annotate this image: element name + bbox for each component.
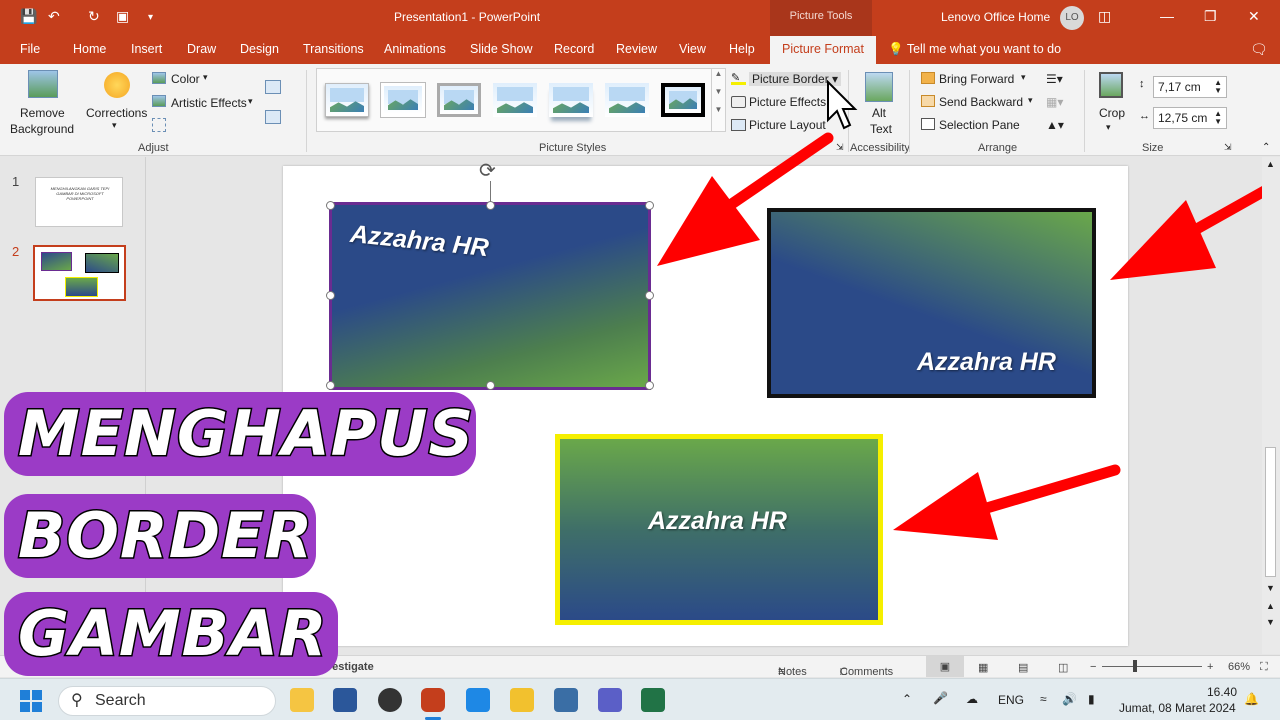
zoom-in-icon[interactable]: + bbox=[1207, 661, 1213, 673]
scrollbar-thumb[interactable] bbox=[1265, 447, 1276, 577]
windows-start-icon[interactable] bbox=[20, 690, 42, 712]
onedrive-icon[interactable]: ☁ bbox=[966, 692, 978, 706]
word-icon[interactable] bbox=[333, 688, 357, 712]
slide-sorter-icon[interactable]: ▦ bbox=[978, 661, 988, 674]
zoom-level[interactable]: 66% bbox=[1228, 661, 1250, 673]
taskbar: ⚲ Search ⌃ 🎤 ☁ ENG ≈ 🔊 ▮ 16.40 Jumat, 08… bbox=[0, 678, 1280, 720]
zoom-slider-thumb[interactable] bbox=[1133, 660, 1137, 672]
lock-app-icon[interactable] bbox=[510, 688, 534, 712]
slideshow-view-icon[interactable]: ◫ bbox=[1058, 661, 1068, 674]
notification-bell-icon[interactable]: 🔔 bbox=[1244, 692, 1259, 706]
tray-expand-icon[interactable]: ⌃ bbox=[902, 692, 912, 706]
zoom-slider[interactable] bbox=[1102, 666, 1202, 667]
scroll-up-icon[interactable]: ▲ bbox=[1266, 159, 1275, 169]
arrow-to-picture-3 bbox=[893, 464, 1121, 540]
file-explorer-icon[interactable] bbox=[290, 688, 314, 712]
arrow-to-picture-2 bbox=[1110, 179, 1280, 280]
start-tile bbox=[20, 702, 30, 712]
volume-icon[interactable]: 🔊 bbox=[1062, 692, 1077, 706]
notes-label: Notes bbox=[778, 666, 807, 678]
teams-icon[interactable] bbox=[598, 688, 622, 712]
overlay-title-line2: BORDER bbox=[4, 494, 316, 578]
clock-time[interactable]: 16.40 bbox=[1207, 685, 1237, 699]
search-label: Search bbox=[95, 692, 146, 709]
powerpoint-icon[interactable] bbox=[421, 688, 445, 712]
scroll-down-icon[interactable]: ▼ bbox=[1266, 583, 1275, 593]
reading-view-icon[interactable]: ▤ bbox=[1018, 661, 1028, 674]
excel-icon[interactable] bbox=[641, 688, 665, 712]
start-tile bbox=[32, 690, 42, 700]
taskbar-search[interactable]: ⚲ Search bbox=[58, 686, 276, 716]
overlay-title-line3: GAMBAR bbox=[4, 592, 338, 676]
overlay-title-line1: MENGHAPUS bbox=[4, 392, 476, 476]
start-tile bbox=[32, 702, 42, 712]
zoom-out-icon[interactable]: − bbox=[1090, 661, 1096, 673]
search-icon: ⚲ bbox=[71, 692, 83, 709]
battery-icon[interactable]: ▮ bbox=[1088, 692, 1095, 706]
normal-view-icon[interactable]: ▣ bbox=[926, 656, 964, 677]
vertical-scrollbar[interactable]: ▲ ▼ ▲ ▼ bbox=[1262, 157, 1280, 654]
clock-date[interactable]: Jumat, 08 Maret 2024 bbox=[1119, 701, 1236, 715]
wifi-icon[interactable]: ≈ bbox=[1040, 692, 1047, 706]
snipping-icon[interactable] bbox=[554, 688, 578, 712]
comments-label: Comments bbox=[840, 666, 894, 678]
language-indicator[interactable]: ENG bbox=[998, 693, 1024, 707]
store-icon[interactable] bbox=[466, 688, 490, 712]
previous-slide-icon[interactable]: ▲ bbox=[1266, 601, 1275, 611]
microphone-icon[interactable]: 🎤 bbox=[933, 691, 948, 705]
start-tile bbox=[20, 690, 30, 700]
app-icon[interactable] bbox=[378, 688, 402, 712]
arrow-to-border-button bbox=[657, 132, 834, 266]
fit-slide-icon[interactable]: ⛶ bbox=[1260, 661, 1268, 674]
next-slide-icon[interactable]: ▼ bbox=[1266, 617, 1275, 627]
